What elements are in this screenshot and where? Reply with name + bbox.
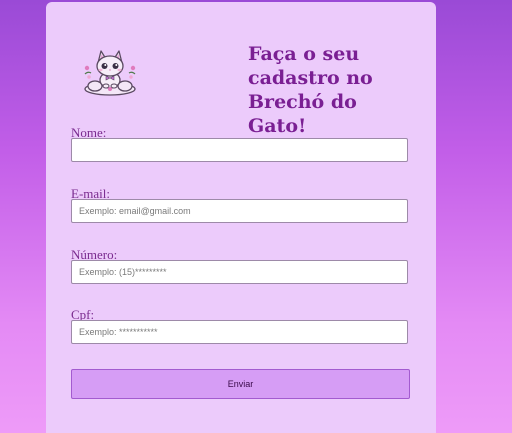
signup-card: Faça o seu cadastro no Brechó do Gato! N…: [46, 2, 436, 433]
submit-button[interactable]: Enviar: [71, 369, 410, 399]
page-title: Faça o seu cadastro no Brechó do Gato!: [248, 43, 373, 137]
email-input[interactable]: [71, 199, 408, 223]
cat-mascot-icon: [78, 48, 142, 98]
phone-input[interactable]: [71, 260, 408, 284]
name-input[interactable]: [71, 138, 408, 162]
cpf-input[interactable]: [71, 320, 408, 344]
